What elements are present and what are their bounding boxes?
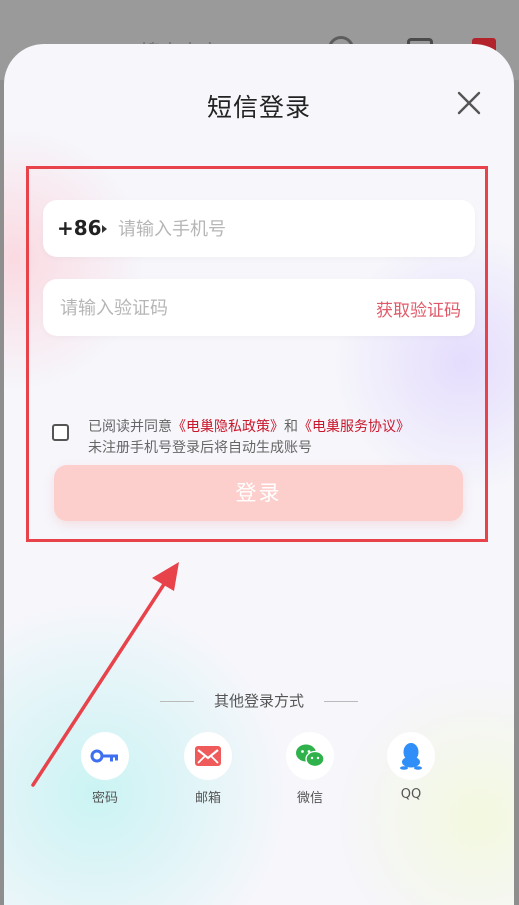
method-label: QQ xyxy=(400,787,422,802)
qq-icon xyxy=(400,743,422,770)
close-icon xyxy=(457,91,481,115)
method-icon-circle xyxy=(184,732,232,780)
login-method-email[interactable]: 邮箱 xyxy=(178,732,238,806)
method-icon-circle xyxy=(387,732,435,780)
method-icon-circle xyxy=(286,732,334,780)
modal-title: 短信登录 xyxy=(206,93,311,122)
mail-icon xyxy=(195,746,221,766)
other-login-title: 其他登录方式 xyxy=(213,692,304,710)
sms-login-modal: 短信登录 +86 获取验证码 已阅读并同意《电巢隐私政策》和《电巢服务协议》 未… xyxy=(4,44,514,905)
divider-right xyxy=(324,701,358,702)
highlight-annotation-box xyxy=(26,166,488,542)
method-label: 邮箱 xyxy=(194,791,221,806)
method-icon-circle xyxy=(81,732,129,780)
login-method-qq[interactable]: QQ xyxy=(381,732,441,802)
wechat-icon xyxy=(296,744,325,768)
key-icon xyxy=(90,749,118,763)
login-method-wechat[interactable]: 微信 xyxy=(280,732,340,806)
method-label: 密码 xyxy=(91,791,118,806)
login-method-password[interactable]: 密码 xyxy=(75,732,135,806)
close-button[interactable] xyxy=(454,88,484,118)
method-label: 微信 xyxy=(296,791,323,806)
